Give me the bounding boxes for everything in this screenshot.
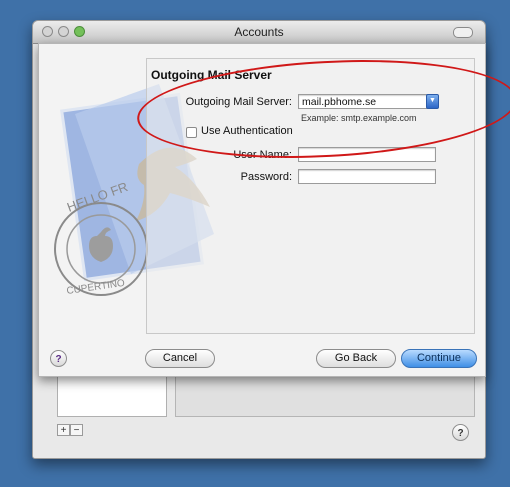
cancel-button[interactable]: Cancel	[145, 349, 215, 368]
account-details-panel	[175, 375, 475, 417]
title-bar[interactable]: Accounts	[33, 21, 485, 44]
continue-button[interactable]: Continue	[401, 349, 477, 368]
password-label: Password:	[240, 171, 292, 183]
go-back-button[interactable]: Go Back	[316, 349, 396, 368]
window-title: Accounts	[234, 25, 284, 39]
accounts-list[interactable]	[57, 375, 167, 417]
password-input[interactable]	[298, 169, 436, 184]
add-account-button[interactable]: +	[57, 424, 70, 436]
window-help-button[interactable]: ?	[452, 424, 469, 441]
toolbar-toggle-button[interactable]	[453, 27, 473, 38]
sheet-help-button[interactable]: ?	[50, 350, 67, 367]
remove-account-button[interactable]: −	[70, 424, 83, 436]
